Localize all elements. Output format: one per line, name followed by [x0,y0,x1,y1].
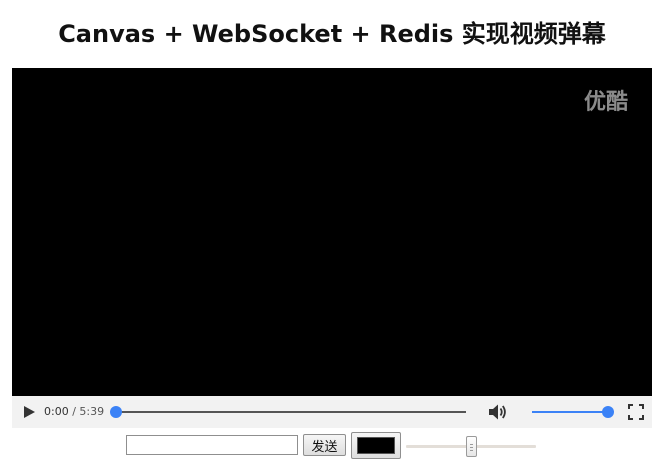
duration: 5:39 [79,405,105,418]
danmu-form: 发送 [0,432,664,460]
color-picker[interactable] [351,432,401,459]
current-time: 0:00 [44,405,69,418]
progress-bar[interactable] [110,404,466,420]
fullscreen-icon [628,404,644,420]
send-button[interactable]: 发送 [303,434,346,456]
video-player[interactable]: 优酷 [12,68,652,396]
range-thumb-grip [470,444,473,445]
range-thumb[interactable] [466,436,477,457]
range-thumb-grip [470,450,473,451]
progress-track [116,411,466,413]
page-title: Canvas + WebSocket + Redis 实现视频弹幕 [58,20,606,48]
youku-watermark: 优酷 [583,90,628,115]
play-icon [24,406,35,418]
volume-slider[interactable] [532,404,614,420]
time-separator: / [72,405,76,418]
mute-button[interactable] [488,403,508,421]
speaker-icon [489,404,506,420]
page: Canvas + WebSocket + Redis 实现视频弹幕 优酷 0:0… [0,0,664,470]
volume-fill [532,411,608,413]
time-display: 0:00 / 5:39 [44,405,104,418]
color-swatch [357,437,395,454]
volume-thumb[interactable] [602,406,614,418]
danmu-text-input[interactable] [126,435,298,455]
range-slider[interactable] [406,436,536,457]
progress-thumb[interactable] [110,406,122,418]
video-controls: 0:00 / 5:39 [12,396,652,428]
play-button[interactable] [22,405,36,419]
range-thumb-grip [470,447,473,448]
fullscreen-button[interactable] [628,404,644,420]
